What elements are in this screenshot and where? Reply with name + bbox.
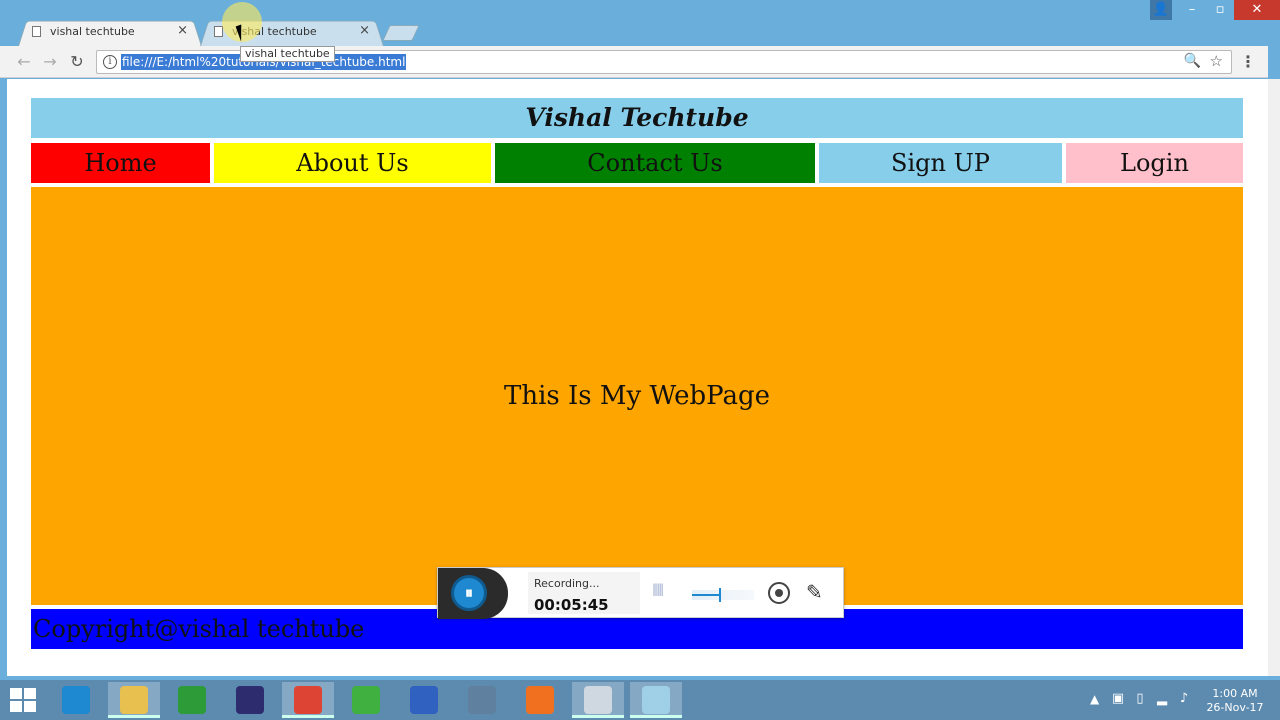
main-content: This Is My WebPage — [31, 187, 1243, 605]
windows-start-icon[interactable] — [10, 688, 36, 712]
page-scrollbar[interactable] — [1268, 79, 1280, 676]
user-icon[interactable]: 👤 — [1150, 0, 1172, 20]
tray-app-icon[interactable]: ▣ — [1110, 691, 1126, 707]
tab-tooltip: vishal techtube — [240, 46, 335, 62]
recorder-control-panel: ⏸ — [438, 568, 508, 619]
site-header: Vishal Techtube — [31, 98, 1243, 138]
document-icon — [214, 26, 223, 37]
tab-title: vishal techtube — [50, 25, 135, 38]
nav-sign-up[interactable]: Sign UP — [819, 143, 1062, 183]
taskbar-file-explorer-icon[interactable] — [108, 682, 160, 718]
tray-expand-icon[interactable]: ▲ — [1090, 692, 1099, 706]
tab-active[interactable]: vishal techtube × — [18, 18, 202, 46]
taskbar-notepad-icon[interactable] — [572, 682, 624, 718]
network-app-icon — [410, 686, 438, 714]
taskbar-media-app-icon[interactable] — [456, 682, 508, 718]
internet-explorer-icon — [62, 686, 90, 714]
taskbar-paint-icon[interactable] — [630, 682, 682, 718]
windows-taskbar: ▲ ▣ ▯ ▂ ♪ 1:00 AM 26-Nov-17 — [0, 680, 1280, 720]
new-tab-button[interactable] — [382, 25, 420, 41]
pen-icon[interactable]: ✎ — [806, 580, 823, 604]
taskbar-eclipse-icon[interactable] — [224, 682, 276, 718]
recording-widget: ⏸ Recording... 00:05:45 ||||| ✎ — [437, 567, 844, 619]
site-nav: Home About Us Contact Us Sign UP Login — [31, 143, 1243, 183]
recording-status: Recording... 00:05:45 — [528, 572, 640, 614]
taskbar-store-icon[interactable] — [166, 682, 218, 718]
taskbar-clock[interactable]: 1:00 AM 26-Nov-17 — [1200, 687, 1270, 715]
bookmark-star-icon[interactable]: ☆ — [1210, 52, 1223, 70]
zoom-icon[interactable]: 🔍 — [1184, 53, 1201, 69]
document-icon — [32, 26, 41, 37]
store-icon — [178, 686, 206, 714]
browser-titlebar: vishal techtube × vishal techtube × 👤 – … — [0, 0, 1280, 46]
forward-button[interactable]: → — [40, 52, 60, 72]
webcam-icon[interactable] — [768, 582, 790, 604]
clock-time: 1:00 AM — [1212, 687, 1258, 700]
pause-button[interactable]: ⏸ — [451, 575, 487, 611]
notepad-icon — [584, 686, 612, 714]
nav-home[interactable]: Home — [31, 143, 210, 183]
audio-level-icon: ||||| — [652, 582, 664, 596]
close-tab-icon[interactable]: × — [359, 23, 370, 38]
volume-handle[interactable] — [718, 588, 721, 602]
nav-login[interactable]: Login — [1066, 143, 1243, 183]
minimize-button[interactable]: – — [1178, 0, 1206, 20]
taskbar-dreamweaver-icon[interactable] — [340, 682, 392, 718]
back-button[interactable]: ← — [14, 52, 34, 72]
media-app-icon — [468, 686, 496, 714]
network-icon[interactable]: ▂ — [1154, 691, 1170, 707]
file-explorer-icon — [120, 686, 148, 714]
volume-fill — [692, 594, 720, 596]
recording-time: 00:05:45 — [534, 596, 609, 614]
paint-icon — [642, 686, 670, 714]
battery-icon[interactable]: ▯ — [1132, 691, 1148, 707]
taskbar-network-app-icon[interactable] — [398, 682, 450, 718]
browser-menu-icon[interactable]: ⋮ — [1240, 52, 1256, 72]
firefox-icon — [526, 686, 554, 714]
close-window-button[interactable]: ✕ — [1234, 0, 1280, 20]
taskbar-firefox-icon[interactable] — [514, 682, 566, 718]
clock-date: 26-Nov-17 — [1206, 701, 1264, 714]
browser-toolbar: ← → ↻ i file:///E:/html%20tutorials/vish… — [0, 46, 1268, 78]
chrome-icon — [294, 686, 322, 714]
volume-icon[interactable]: ♪ — [1176, 691, 1192, 707]
dreamweaver-icon — [352, 686, 380, 714]
taskbar-chrome-icon[interactable] — [282, 682, 334, 718]
volume-slider[interactable] — [692, 588, 754, 602]
eclipse-icon — [236, 686, 264, 714]
nav-about-us[interactable]: About Us — [214, 143, 491, 183]
maximize-button[interactable]: ▫ — [1206, 0, 1234, 20]
window-controls: 👤 – ▫ ✕ — [1150, 0, 1280, 20]
close-tab-icon[interactable]: × — [177, 23, 188, 38]
nav-contact-us[interactable]: Contact Us — [495, 143, 815, 183]
reload-button[interactable]: ↻ — [67, 52, 87, 72]
info-icon[interactable]: i — [103, 55, 117, 69]
taskbar-internet-explorer-icon[interactable] — [50, 682, 102, 718]
recording-label: Recording... — [534, 577, 600, 590]
